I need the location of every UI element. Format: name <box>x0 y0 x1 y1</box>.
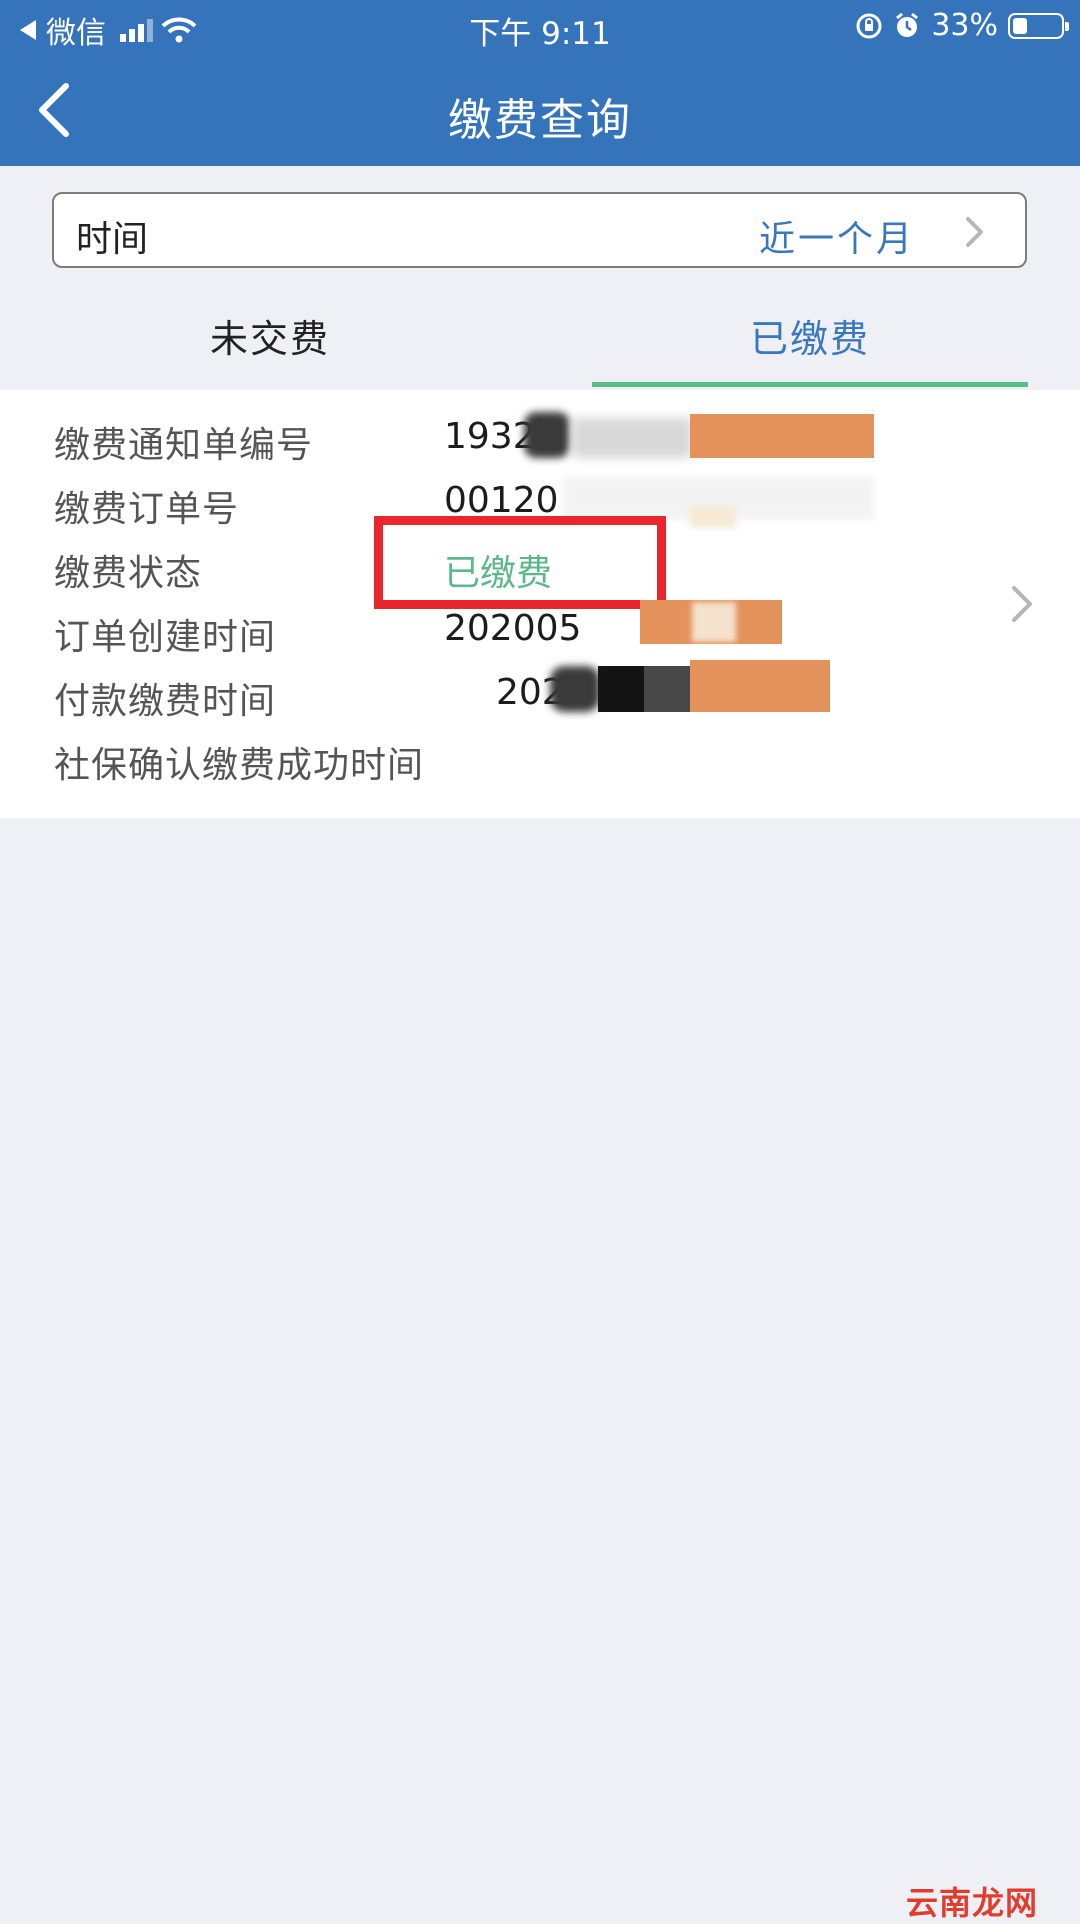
redaction-mask <box>550 666 600 712</box>
battery-icon <box>1008 12 1069 39</box>
chevron-right-icon <box>966 217 983 247</box>
redaction-mask <box>644 666 690 712</box>
redaction-mask <box>598 666 644 712</box>
status-bar: 微信 下午 9:11 33% <box>0 0 1080 54</box>
order-number-label: 缴费订单号 <box>54 489 240 530</box>
tab-unpaid[interactable]: 未交费 <box>0 308 540 363</box>
confirm-time-label: 社保确认缴费成功时间 <box>54 745 425 786</box>
order-created-label: 订单创建时间 <box>54 617 277 658</box>
redaction-mask <box>690 660 830 712</box>
paid-time-label: 付款缴费时间 <box>54 681 277 722</box>
tab-active-indicator <box>592 382 1028 387</box>
app-header: 微信 下午 9:11 33% 缴费查询 <box>0 0 1080 166</box>
redaction-mask <box>692 602 736 642</box>
chevron-right-icon <box>1012 586 1032 622</box>
highlight-box <box>374 516 666 609</box>
time-filter-label: 时间 <box>76 219 149 260</box>
order-number-value: 00120 <box>444 480 559 521</box>
notice-number-value: 1932 <box>444 416 536 457</box>
redaction-mask <box>524 412 570 458</box>
redaction-mask <box>690 506 736 528</box>
redaction-mask <box>572 418 692 458</box>
battery-percent: 33% <box>931 8 998 43</box>
watermark: 云南龙网 <box>906 1884 1039 1922</box>
time-filter-value[interactable]: 近一个月 <box>759 210 915 262</box>
redaction-mask <box>690 414 874 458</box>
alarm-icon <box>896 12 919 37</box>
payment-record-card[interactable]: 缴费通知单编号 1932 缴费订单号 00120 缴费状态 已缴费 订单创建时间… <box>0 390 1080 818</box>
payment-tabs: 未交费 已缴费 <box>0 290 1080 390</box>
order-created-value: 202005 <box>444 608 582 649</box>
tab-paid[interactable]: 已缴费 <box>540 308 1080 363</box>
notice-number-label: 缴费通知单编号 <box>54 425 314 466</box>
status-right: 33% <box>855 8 1069 43</box>
rotation-lock-icon <box>856 13 882 38</box>
time-filter[interactable]: 时间 近一个月 <box>52 192 1027 268</box>
payment-status-label: 缴费状态 <box>54 553 203 594</box>
page-title: 缴费查询 <box>448 95 632 146</box>
